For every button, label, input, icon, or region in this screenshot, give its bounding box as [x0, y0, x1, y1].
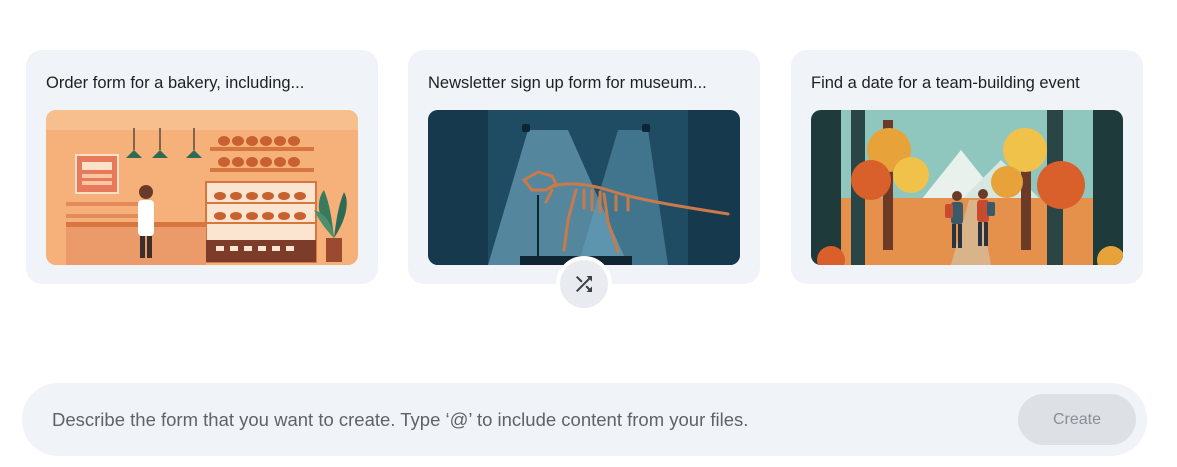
- create-button[interactable]: Create: [1018, 394, 1136, 445]
- forest-hike-illustration: [811, 110, 1123, 265]
- suggestion-card-bakery[interactable]: Order form for a bakery, including...: [26, 50, 378, 284]
- shuffle-icon: [576, 276, 592, 292]
- shuffle-button[interactable]: [556, 256, 612, 312]
- suggestion-card-museum[interactable]: Newsletter sign up form for museum...: [408, 50, 760, 284]
- form-description-input[interactable]: [52, 407, 992, 433]
- suggestion-title: Find a date for a team-building event: [811, 74, 1080, 92]
- bakery-illustration: [46, 110, 358, 265]
- suggestion-title: Newsletter sign up form for museum...: [428, 74, 707, 92]
- suggestion-card-team-event[interactable]: Find a date for a team-building event: [791, 50, 1143, 284]
- suggestion-title: Order form for a bakery, including...: [46, 74, 305, 92]
- museum-dinosaur-illustration: [428, 110, 740, 265]
- prompt-bar: Create: [22, 383, 1147, 456]
